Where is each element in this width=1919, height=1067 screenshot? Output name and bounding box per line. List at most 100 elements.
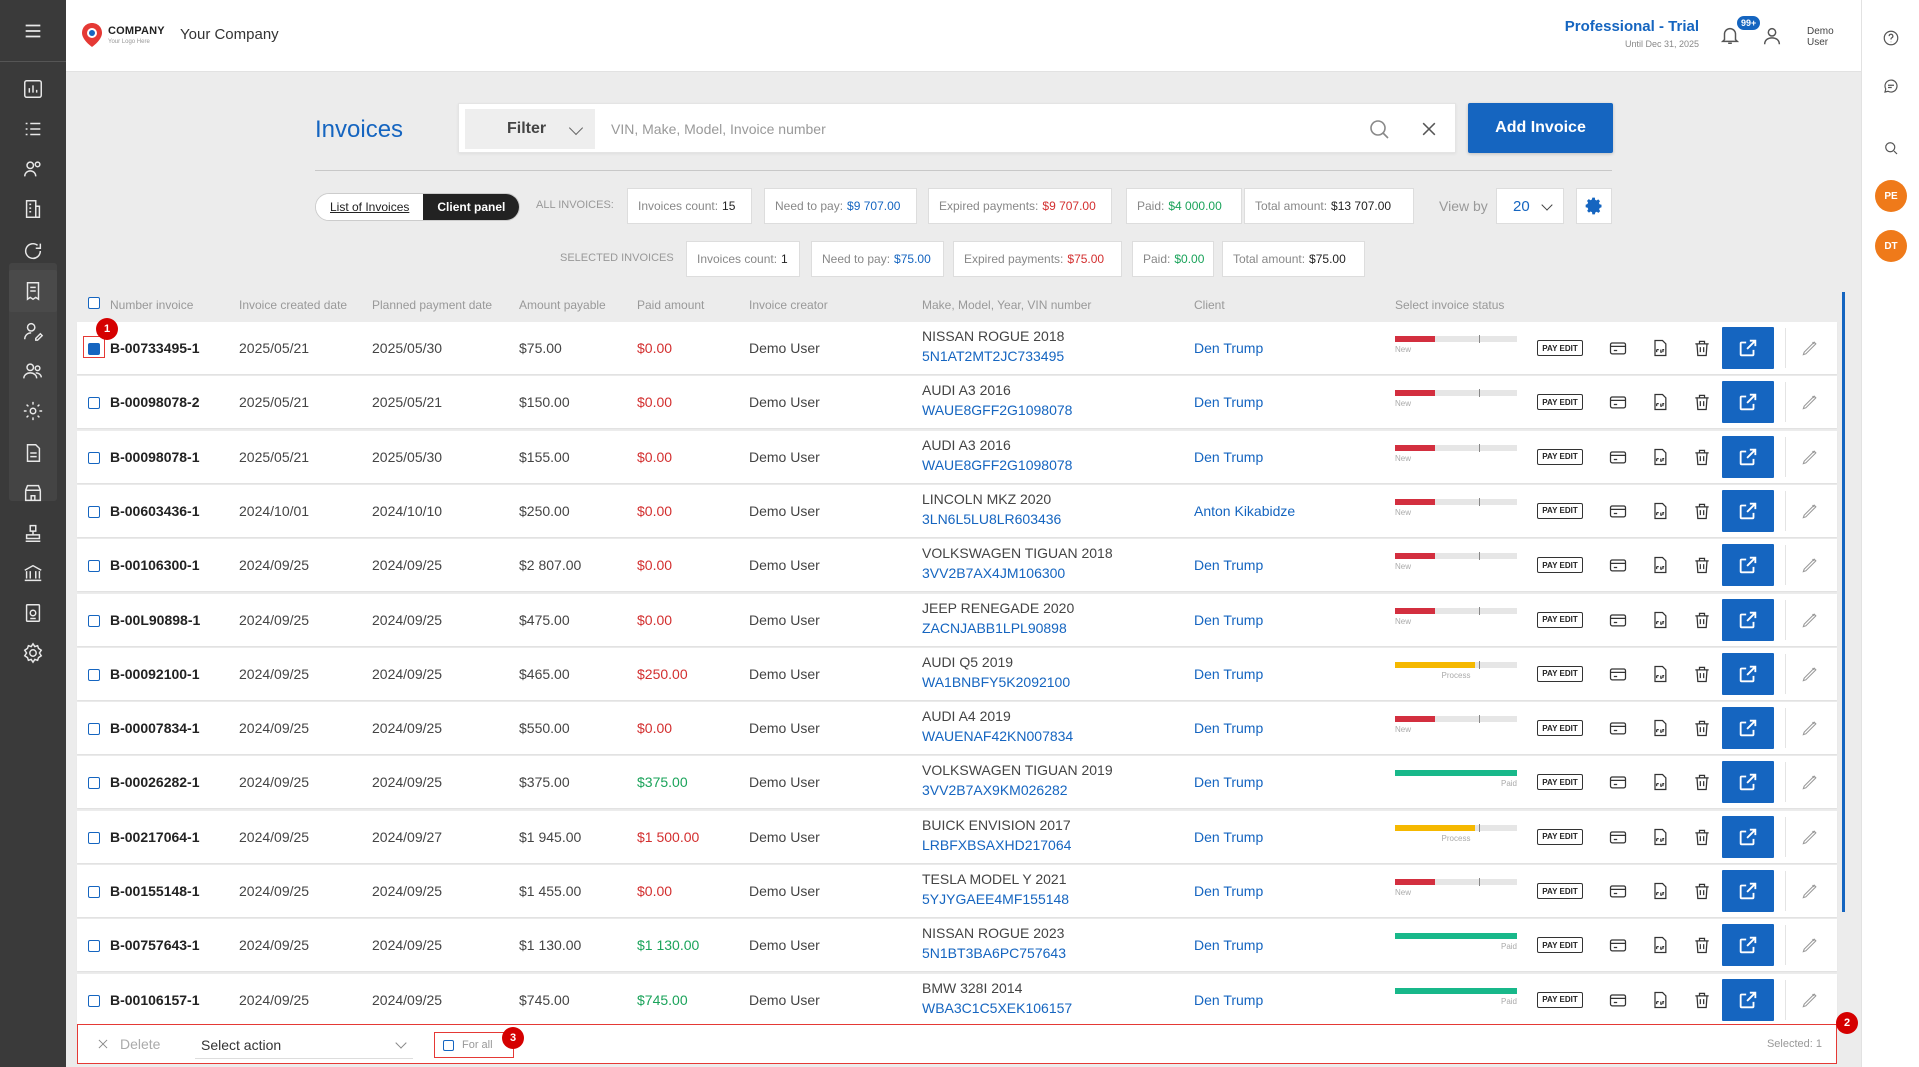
row-checkbox[interactable] bbox=[88, 831, 100, 844]
table-settings-button[interactable] bbox=[1576, 188, 1612, 224]
help-icon[interactable] bbox=[1879, 26, 1903, 50]
trash-icon[interactable] bbox=[1692, 392, 1712, 412]
status-bar[interactable]: Process bbox=[1395, 823, 1517, 843]
pdf-icon[interactable] bbox=[1650, 935, 1670, 955]
client-link[interactable]: Den Trump bbox=[1194, 557, 1263, 573]
col-creator[interactable]: Invoice creator bbox=[749, 298, 828, 312]
dashboard-icon[interactable] bbox=[9, 68, 57, 110]
edit-icon[interactable] bbox=[1800, 664, 1820, 684]
table-row[interactable]: B-00007834-1 2024/09/25 2024/09/25 $550.00 $… bbox=[77, 702, 1837, 755]
gear-user-icon[interactable] bbox=[9, 390, 57, 432]
client-link[interactable]: Anton Kikabidze bbox=[1194, 503, 1295, 519]
open-invoice-button[interactable] bbox=[1722, 435, 1774, 478]
status-bar[interactable]: New bbox=[1395, 497, 1517, 517]
pdf-icon[interactable] bbox=[1650, 610, 1670, 630]
col-amount[interactable]: Amount payable bbox=[519, 298, 606, 312]
vehicle-vin[interactable]: ZACNJABB1LPL90898 bbox=[922, 620, 1074, 636]
vehicle-vin[interactable]: WAUE8GFF2G1098078 bbox=[922, 402, 1072, 418]
edit-icon[interactable] bbox=[1800, 555, 1820, 575]
vehicle-vin[interactable]: 5N1BT3BA6PC757643 bbox=[922, 945, 1066, 961]
pdf-icon[interactable] bbox=[1650, 772, 1670, 792]
pay-edit-button[interactable]: PAY EDIT bbox=[1537, 883, 1583, 899]
pdf-icon[interactable] bbox=[1650, 990, 1670, 1010]
pay-icon[interactable] bbox=[1608, 392, 1628, 412]
vehicle-vin[interactable]: 3VV2B7AX4JM106300 bbox=[922, 565, 1113, 581]
col-vehicle[interactable]: Make, Model, Year, VIN number bbox=[922, 298, 1091, 312]
edit-icon[interactable] bbox=[1800, 718, 1820, 738]
pay-edit-button[interactable]: PAY EDIT bbox=[1537, 448, 1583, 465]
table-row[interactable]: B-00106300-1 2024/09/25 2024/09/25 $2 807.0… bbox=[77, 539, 1837, 592]
trash-icon[interactable] bbox=[1692, 935, 1712, 955]
row-checkbox[interactable] bbox=[88, 505, 100, 518]
col-number[interactable]: Number invoice bbox=[110, 298, 193, 312]
table-row[interactable]: B-00026282-1 2024/09/25 2024/09/25 $375.00 $… bbox=[77, 756, 1837, 809]
trash-icon[interactable] bbox=[1692, 610, 1712, 630]
status-bar[interactable]: Paid bbox=[1395, 987, 1517, 1006]
user-avatar-icon[interactable] bbox=[1761, 25, 1783, 47]
add-invoice-button[interactable]: Add Invoice bbox=[1468, 103, 1613, 153]
status-bar[interactable]: New bbox=[1395, 389, 1517, 408]
edit-icon[interactable] bbox=[1800, 392, 1820, 412]
pay-icon[interactable] bbox=[1608, 338, 1628, 358]
table-row[interactable]: B-00155148-1 2024/09/25 2024/09/25 $1 455.0… bbox=[77, 865, 1837, 917]
pay-icon[interactable] bbox=[1608, 990, 1628, 1010]
row-checkbox[interactable] bbox=[88, 397, 100, 410]
bank-icon[interactable] bbox=[9, 552, 57, 594]
invoice-number[interactable]: B-00733495-1 bbox=[110, 340, 200, 356]
row-checkbox[interactable] bbox=[88, 560, 100, 573]
edit-icon[interactable] bbox=[1800, 881, 1820, 901]
table-row[interactable]: B-00098078-2 2025/05/21 2025/05/21 $150.00 $… bbox=[77, 376, 1837, 429]
client-link[interactable]: Den Trump bbox=[1194, 666, 1263, 682]
building-icon[interactable] bbox=[9, 188, 57, 230]
invoice-number[interactable]: B-00007834-1 bbox=[110, 720, 200, 736]
client-link[interactable]: Den Trump bbox=[1194, 720, 1263, 736]
client-link[interactable]: Den Trump bbox=[1194, 449, 1263, 465]
trash-icon[interactable] bbox=[1692, 881, 1712, 901]
search-icon[interactable] bbox=[1367, 117, 1391, 141]
open-invoice-button[interactable] bbox=[1722, 652, 1774, 695]
table-row[interactable]: B-00106157-1 2024/09/25 2024/09/25 $745.00 $… bbox=[77, 973, 1837, 1026]
edit-icon[interactable] bbox=[1800, 447, 1820, 467]
trash-icon[interactable] bbox=[1692, 664, 1712, 684]
vehicle-vin[interactable]: WBA3C1C5XEK106157 bbox=[922, 1000, 1072, 1016]
client-link[interactable]: Den Trump bbox=[1194, 774, 1263, 790]
trash-icon[interactable] bbox=[1692, 772, 1712, 792]
status-bar[interactable]: Paid bbox=[1395, 770, 1517, 788]
col-planned[interactable]: Planned payment date bbox=[372, 298, 492, 312]
open-invoice-button[interactable] bbox=[1722, 924, 1774, 967]
users-icon[interactable] bbox=[9, 350, 57, 392]
trash-icon[interactable] bbox=[1692, 990, 1712, 1010]
row-checkbox[interactable] bbox=[88, 994, 100, 1007]
edit-icon[interactable] bbox=[1800, 501, 1820, 521]
pay-icon[interactable] bbox=[1608, 881, 1628, 901]
trash-icon[interactable] bbox=[1692, 338, 1712, 358]
table-row[interactable]: B-00092100-1 2024/09/25 2024/09/25 $465.00 $… bbox=[77, 647, 1837, 700]
invoice-number[interactable]: B-00757643-1 bbox=[110, 937, 200, 953]
open-invoice-button[interactable] bbox=[1722, 327, 1774, 369]
open-invoice-button[interactable] bbox=[1722, 381, 1774, 424]
stamp-icon[interactable] bbox=[9, 512, 57, 554]
chat-icon[interactable] bbox=[1879, 74, 1903, 98]
status-bar[interactable]: New bbox=[1395, 552, 1517, 571]
pdf-icon[interactable] bbox=[1650, 501, 1670, 521]
client-link[interactable]: Den Trump bbox=[1194, 394, 1263, 410]
pdf-icon[interactable] bbox=[1650, 447, 1670, 467]
select-action-dropdown[interactable]: Select action bbox=[195, 1031, 413, 1059]
client-link[interactable]: Den Trump bbox=[1194, 937, 1263, 953]
pdf-icon[interactable] bbox=[1650, 338, 1670, 358]
pay-icon[interactable] bbox=[1608, 447, 1628, 467]
pay-icon[interactable] bbox=[1608, 501, 1628, 521]
status-bar[interactable]: New bbox=[1395, 606, 1517, 626]
pdf-icon[interactable] bbox=[1650, 718, 1670, 738]
pay-edit-button[interactable]: PAY EDIT bbox=[1537, 394, 1583, 411]
table-row[interactable]: B-00217064-1 2024/09/25 2024/09/27 $1 945.0… bbox=[77, 810, 1837, 863]
pay-icon[interactable] bbox=[1608, 827, 1628, 847]
tab-client-panel[interactable]: Client panel bbox=[423, 194, 520, 220]
trash-icon[interactable] bbox=[1692, 827, 1712, 847]
view-by-select[interactable]: 20 bbox=[1496, 188, 1564, 224]
status-bar[interactable]: New bbox=[1395, 335, 1517, 354]
pay-edit-button[interactable]: PAY EDIT bbox=[1537, 665, 1583, 682]
pay-icon[interactable] bbox=[1608, 772, 1628, 792]
vehicle-vin[interactable]: 5N1AT2MT2JC733495 bbox=[922, 348, 1064, 364]
open-invoice-button[interactable] bbox=[1722, 978, 1774, 1021]
